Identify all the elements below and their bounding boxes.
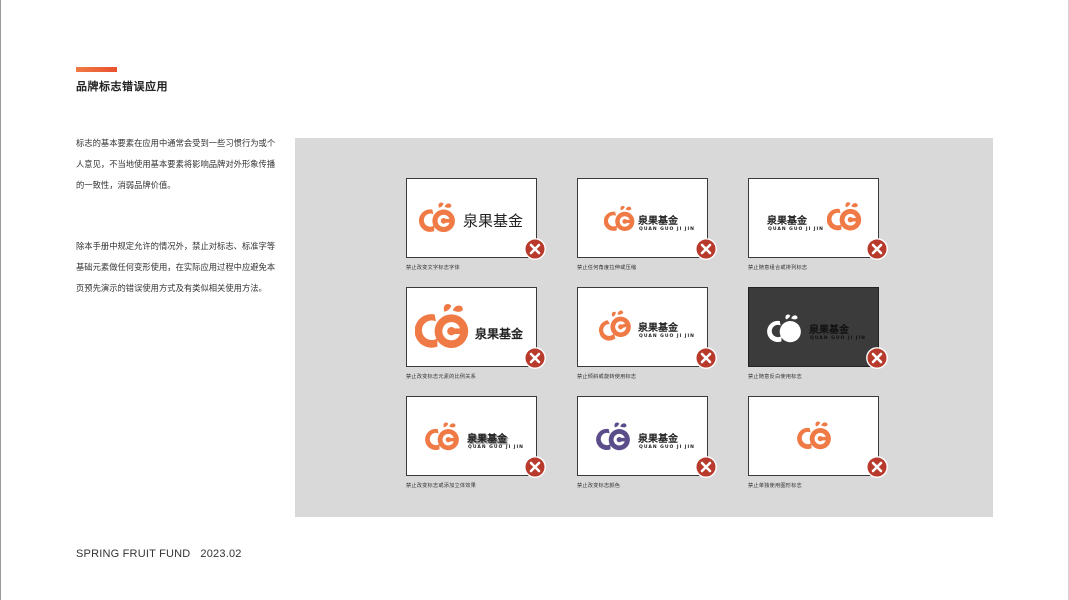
pinyin-line: QUAN GUO JI JIN [468, 445, 524, 450]
example-caption: 禁止改变文字标志字体 [406, 265, 460, 271]
x-circle-icon [866, 347, 888, 369]
x-circle-icon [695, 456, 717, 478]
x-circle-icon [866, 238, 888, 260]
x-circle-icon [695, 347, 717, 369]
x-circle-icon [866, 456, 888, 478]
page-border-left [0, 0, 1, 600]
example-caption: 禁止单独使用图形标志 [748, 483, 802, 489]
example-caption: 禁止倾斜或旋转使用标志 [577, 374, 637, 380]
wordmark: 泉果基金 [463, 212, 524, 230]
x-circle-icon [524, 238, 546, 260]
intro-paragraph: 标志的基本要素在应用中通常会受到一些习惯行为或个人意见，不当地使用基本要素将影响… [76, 138, 276, 190]
fruit-logo-icon [797, 421, 833, 451]
wordmark: 泉果基金 [638, 323, 678, 334]
example-caption: 禁止改变标志或添加立体效果 [406, 483, 477, 489]
fruit-logo-icon [419, 202, 457, 234]
x-circle-icon [524, 347, 546, 369]
fruit-logo-icon [594, 306, 636, 347]
fruit-logo-icon [604, 203, 636, 235]
rule-paragraph: 除本手册中规定允许的情况外，禁止对标志、标准字等基础元素做任何变形使用，在实际应… [76, 241, 276, 293]
pinyin-line: QUAN GUO JI JIN [639, 445, 695, 450]
example-caption: 禁止改变标志颜色 [577, 483, 621, 489]
example-caption: 禁止任何角度拉伸或压缩 [577, 265, 637, 271]
page-title: 品牌标志错误应用 [76, 80, 168, 93]
pinyin-line: QUAN GUO JI JIN [639, 227, 695, 232]
footer-date: 2023.02 [200, 548, 242, 560]
pinyin-line: QUAN GUO JI JIN [810, 336, 866, 341]
fruit-logo-icon [767, 314, 803, 344]
x-circle-icon [524, 456, 546, 478]
fruit-logo-icon [596, 422, 632, 452]
pinyin-line: QUAN GUO JI JIN [639, 334, 695, 339]
example-caption: 禁止改变标志元素的比例关系 [406, 374, 477, 380]
x-circle-icon [695, 238, 717, 260]
example-caption: 禁止随意组合或排列标志 [748, 265, 808, 271]
wordmark: 泉果基金 [767, 216, 807, 227]
pinyin-line: QUAN GUO JI JIN [768, 227, 824, 232]
example-caption: 禁止随意反白使用标志 [748, 374, 802, 380]
fruit-logo-icon [425, 422, 461, 452]
wordmark: 泉果基金 [467, 434, 507, 445]
misuse-examples-panel: 泉果基金 禁止改变文字标志字体 泉果基金 QUAN GUO JI JIN 禁止任… [295, 138, 993, 517]
title-accent-bar [76, 67, 117, 72]
wordmark: 泉果基金 [809, 325, 849, 336]
footer: SPRING FRUIT FUND 2023.02 [76, 548, 242, 560]
wordmark: 泉果基金 [638, 216, 678, 227]
fruit-logo-icon [415, 302, 471, 352]
wordmark: 泉果基金 [475, 327, 524, 341]
wordmark: 泉果基金 [638, 434, 678, 445]
footer-brand: SPRING FRUIT FUND [76, 548, 191, 560]
fruit-logo-icon [827, 201, 863, 233]
